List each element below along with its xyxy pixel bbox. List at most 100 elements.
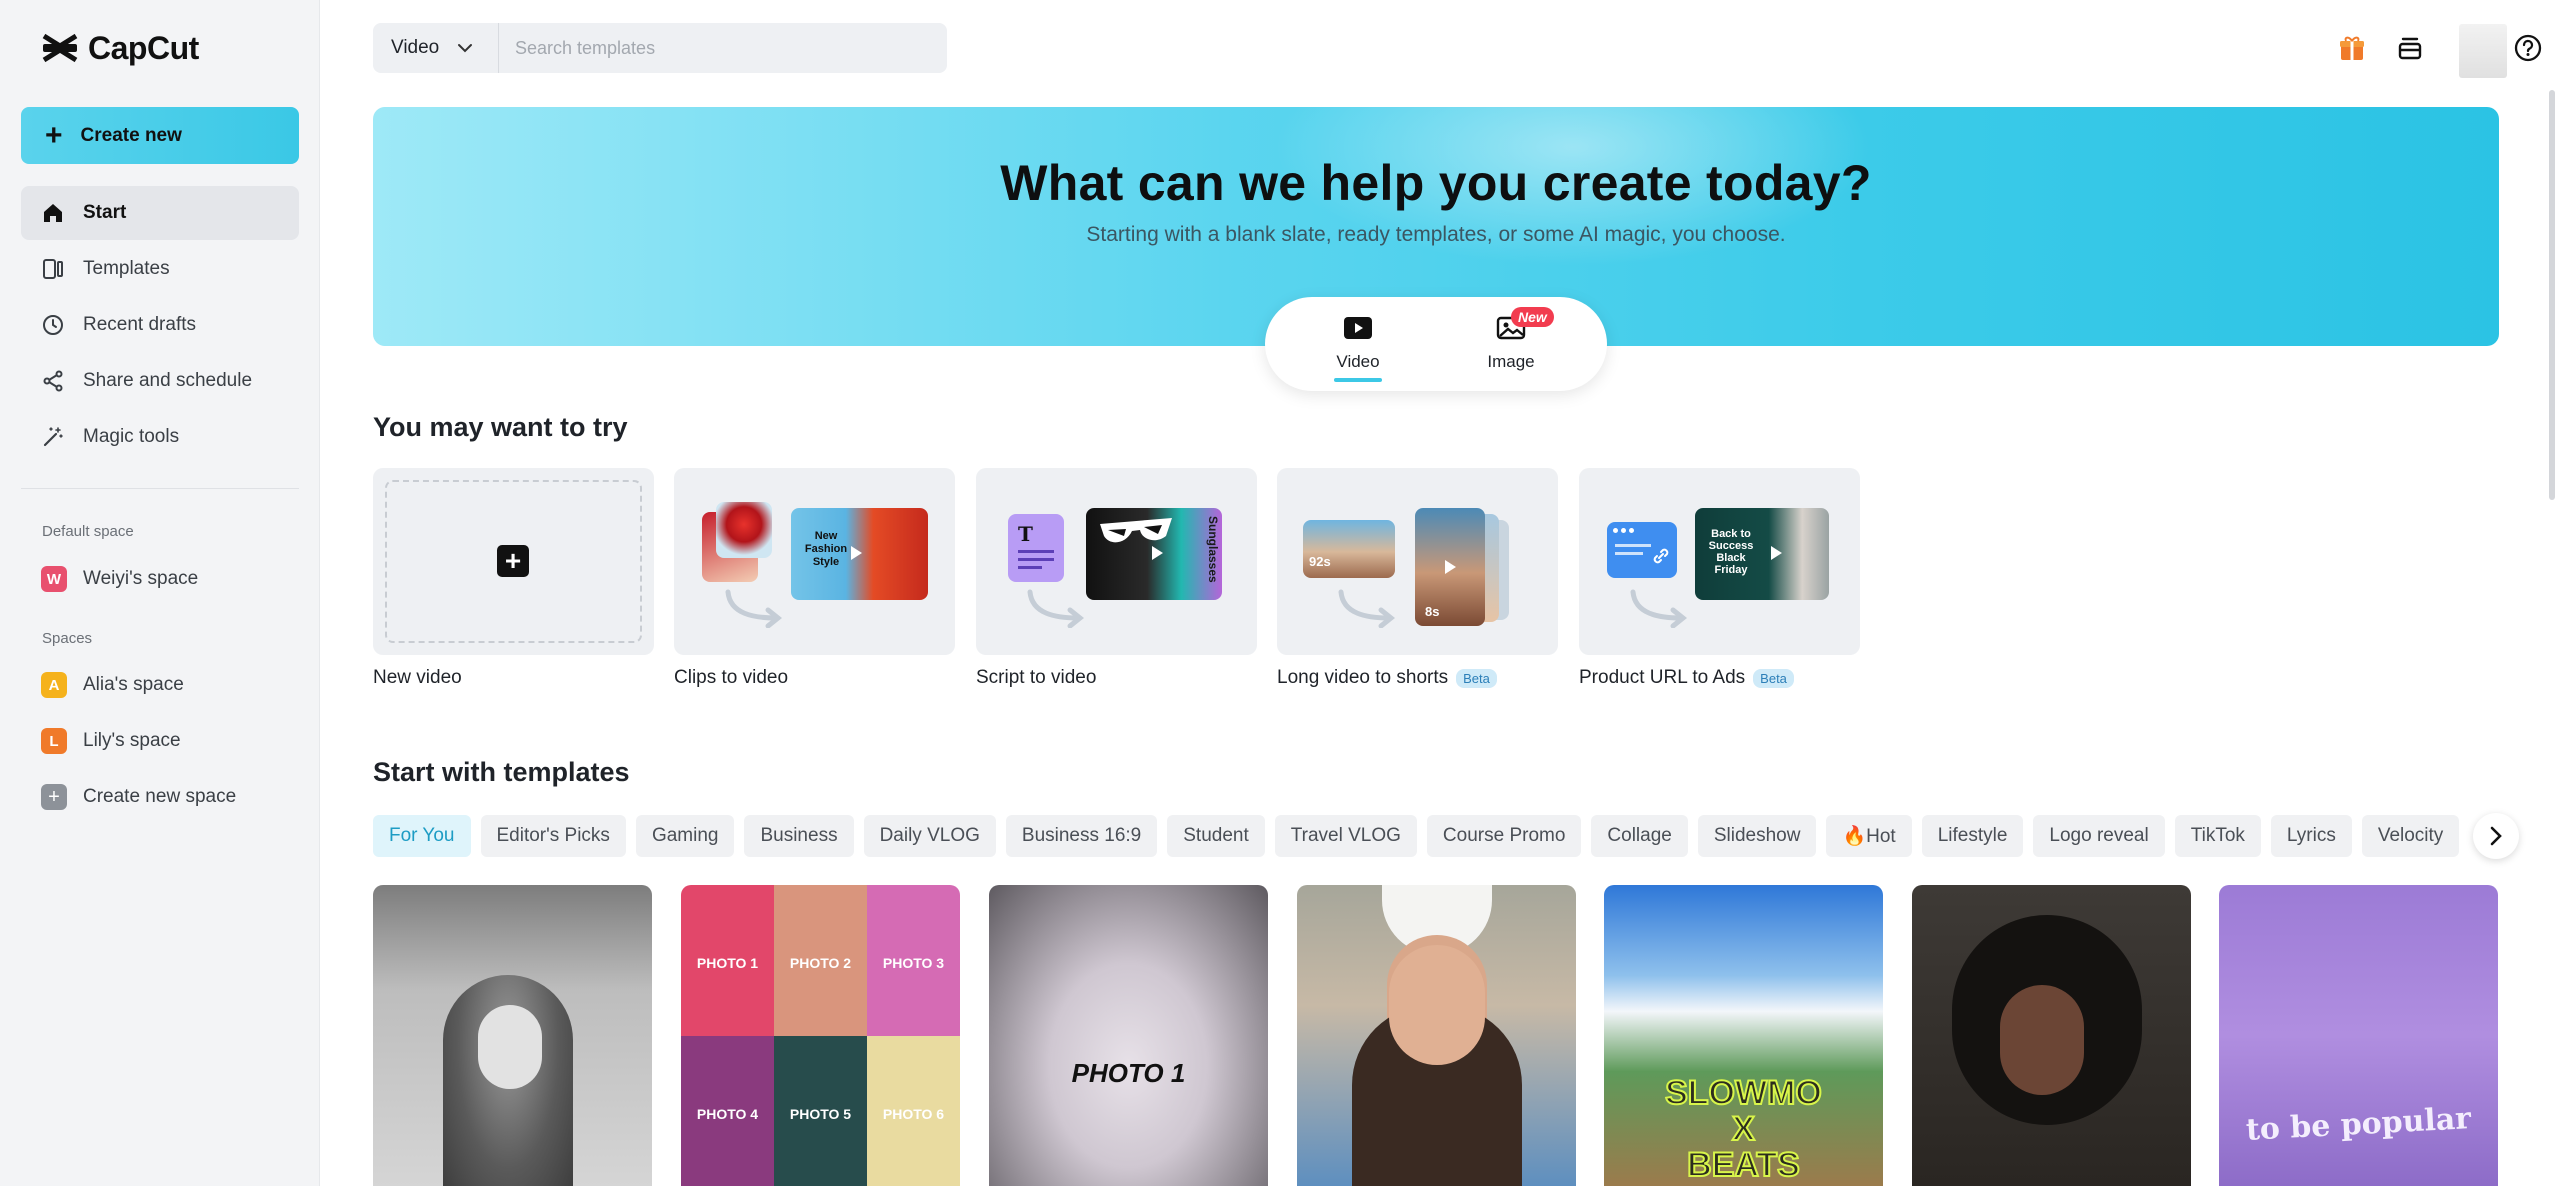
play-icon <box>1445 560 1456 574</box>
sidebar-item-label: Start <box>83 202 127 223</box>
sunglasses-illustration <box>1100 518 1172 543</box>
user-avatar[interactable] <box>2459 24 2507 78</box>
create-new-label: Create new <box>80 124 182 146</box>
mode-video-tab[interactable]: Video <box>1308 315 1408 382</box>
text-t-icon: T <box>1018 522 1033 546</box>
page-scrollbar[interactable] <box>2549 90 2555 500</box>
clips-to-video-card[interactable]: New Fashion Style <box>674 468 955 655</box>
category-tab[interactable]: Logo reveal <box>2033 815 2165 857</box>
template-card[interactable]: SLOWMO X BEATS <box>1604 885 1883 1186</box>
templates-icon <box>41 257 65 281</box>
search-type-value: Video <box>391 37 440 58</box>
output-ad-thumb: Back to Success Black Friday <box>1695 508 1829 600</box>
clips-to-video-label: Clips to video <box>674 667 789 688</box>
script-to-video-card[interactable]: T Sunglasses <box>976 468 1257 655</box>
space-item-lily[interactable]: L Lily's space <box>21 715 299 767</box>
sidebar-item-label: Recent drafts <box>83 314 196 335</box>
category-tab[interactable]: Lyrics <box>2270 815 2352 857</box>
output-video-thumb: New Fashion Style <box>791 508 928 600</box>
category-tab[interactable]: Gaming <box>635 815 735 857</box>
browser-dot <box>1613 528 1618 533</box>
clip-thumb <box>716 502 772 558</box>
help-icon[interactable] <box>2506 26 2550 70</box>
plus-icon: + <box>41 784 67 810</box>
beta-badge: Beta <box>1753 668 1794 688</box>
template-card[interactable]: PHOTO 1 PHOTO 2 PHOTO 3 PHOTO 4 PHOTO 5 … <box>681 885 960 1186</box>
create-mode-toggle: Video Image <box>1265 297 1607 391</box>
category-tab[interactable]: TikTok <box>2174 815 2261 857</box>
category-tab[interactable]: Business <box>744 815 854 857</box>
create-new-button[interactable]: + Create new <box>21 107 299 164</box>
layers-icon[interactable] <box>2388 26 2432 70</box>
space-avatar: A <box>41 672 67 698</box>
space-item-weiyi[interactable]: W Weiyi's space <box>21 553 299 605</box>
slowmo-beats-text: SLOWMO X BEATS <box>1604 1074 1883 1184</box>
try-card-label: Clips to video <box>674 667 788 689</box>
category-tab[interactable]: Course Promo <box>1426 815 1582 857</box>
plus-icon: + <box>497 545 529 577</box>
sidebar-item-share-and-schedule[interactable]: Share and schedule <box>21 354 299 408</box>
overlay-text: Sunglasses <box>1206 516 1220 583</box>
space-label: Weiyi's space <box>83 568 199 589</box>
template-category-tabs: For You Editor's Picks Gaming Business D… <box>373 815 2460 857</box>
doc-line <box>1615 552 1643 555</box>
sidebar-divider <box>21 488 299 489</box>
script-doc-thumb: T <box>1008 514 1064 582</box>
try-section-title: You may want to try <box>373 412 628 442</box>
category-tab[interactable]: Travel VLOG <box>1274 815 1417 857</box>
capcut-logo[interactable]: CapCut <box>40 28 199 68</box>
active-mode-indicator <box>1334 378 1382 382</box>
template-card[interactable]: to be popular <box>2219 885 2498 1186</box>
category-tab[interactable]: Daily VLOG <box>863 815 996 857</box>
category-tab[interactable]: 🔥Hot <box>1826 815 1912 857</box>
search-input[interactable] <box>499 23 947 73</box>
hero-subtitle: Starting with a blank slate, ready templ… <box>1086 223 1786 246</box>
product-url-to-ads-card[interactable]: Back to Success Black Friday <box>1579 468 1860 655</box>
portrait-face <box>478 1005 542 1089</box>
sidebar-item-start[interactable]: Start <box>21 186 299 240</box>
category-tab[interactable]: Editor's Picks <box>480 815 626 857</box>
templates-section-title: Start with templates <box>373 757 630 787</box>
category-tab[interactable]: Lifestyle <box>1921 815 2024 857</box>
product-url-to-ads-label: Product URL to Ads <box>1579 667 1746 688</box>
category-tab[interactable]: Velocity <box>2361 815 2460 857</box>
create-new-space-button[interactable]: + Create new space <box>21 771 299 823</box>
category-tab[interactable]: Business 16:9 <box>1005 815 1158 857</box>
template-card[interactable] <box>1297 885 1576 1186</box>
mode-label: Image <box>1487 352 1535 371</box>
duration-label: 92s <box>1309 554 1331 569</box>
play-icon <box>1771 546 1782 560</box>
duration-label: 8s <box>1425 604 1440 619</box>
clock-icon <box>41 313 65 337</box>
link-icon <box>1653 548 1669 564</box>
template-card[interactable] <box>373 885 652 1186</box>
search-type-select[interactable]: Video <box>373 23 499 73</box>
category-tab[interactable]: Slideshow <box>1697 815 1817 857</box>
sidebar-item-templates[interactable]: Templates <box>21 242 299 296</box>
collage-cell: PHOTO 6 <box>867 1035 960 1186</box>
short-thumb-front: 8s <box>1415 508 1485 626</box>
space-item-alia[interactable]: A Alia's space <box>21 659 299 711</box>
sidebar-item-magic-tools[interactable]: Magic tools <box>21 410 299 464</box>
sidebar-item-recent-drafts[interactable]: Recent drafts <box>21 298 299 352</box>
default-space-heading: Default space <box>42 523 134 540</box>
category-tab[interactable]: Student <box>1167 815 1265 857</box>
browser-window-thumb <box>1607 522 1677 578</box>
arrow-icon <box>1630 589 1688 628</box>
share-icon <box>41 369 65 393</box>
long-video-to-shorts-card[interactable]: 92s 8s <box>1277 468 1558 655</box>
categories-next-button[interactable] <box>2473 813 2519 859</box>
gift-icon[interactable] <box>2330 26 2374 70</box>
play-icon <box>851 546 862 560</box>
new-video-card[interactable]: + <box>373 468 654 655</box>
script-to-video-label: Script to video <box>976 667 1097 688</box>
sidebar-item-label: Magic tools <box>83 426 180 447</box>
try-card-label: Product URL to Ads Beta <box>1579 667 1794 689</box>
template-card[interactable]: PHOTO 1 <box>989 885 1268 1186</box>
new-badge: New <box>1511 307 1554 327</box>
category-tab[interactable]: For You <box>373 815 471 857</box>
home-icon <box>41 201 65 225</box>
category-tab[interactable]: Collage <box>1591 815 1688 857</box>
template-card[interactable] <box>1912 885 2191 1186</box>
hero-title: What can we help you create today? <box>1000 155 1872 211</box>
